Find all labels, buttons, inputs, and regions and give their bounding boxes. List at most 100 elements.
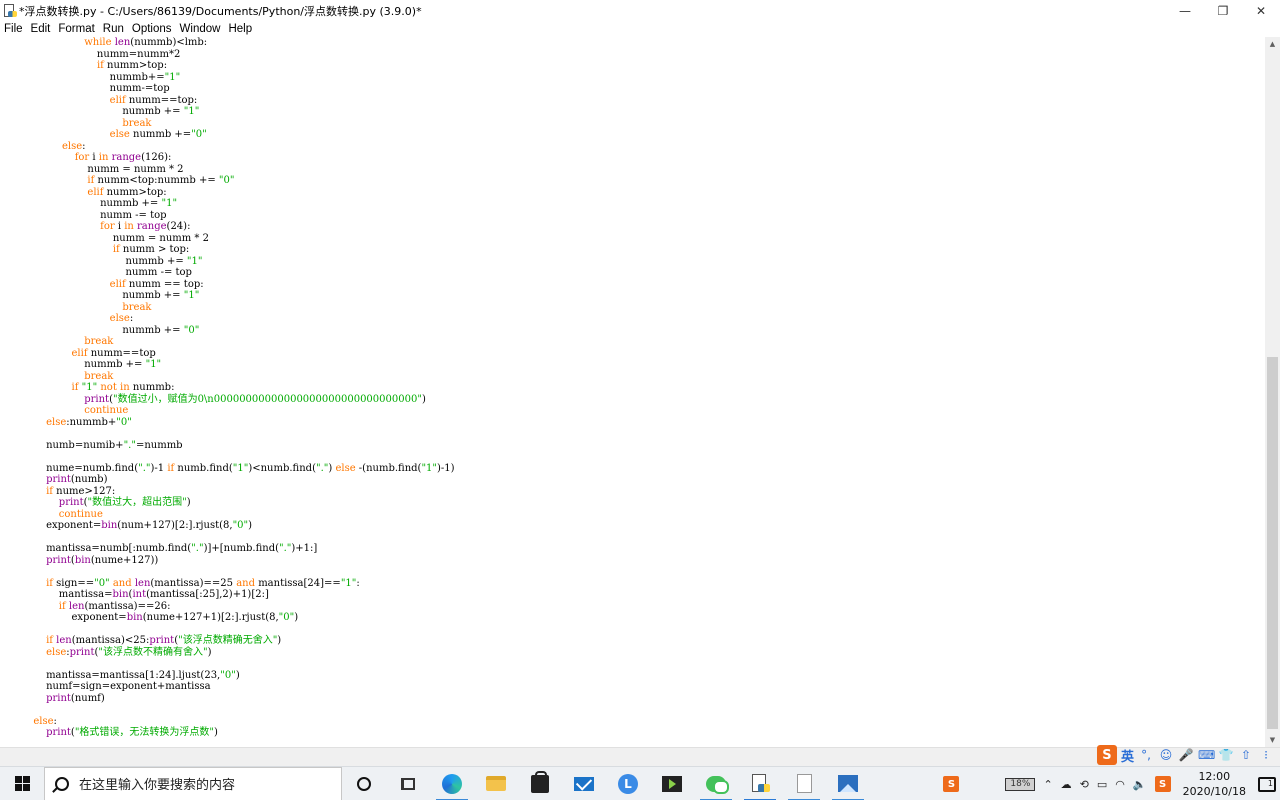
menu-help[interactable]: Help xyxy=(224,21,256,37)
ime-punctuation-toggle[interactable]: °, xyxy=(1138,748,1154,762)
code-line[interactable]: nummb += "0" xyxy=(27,325,455,337)
code-line[interactable]: while len(nummb)<lmb: xyxy=(27,37,455,49)
taskbar-store[interactable] xyxy=(518,767,562,800)
tray-app-1[interactable]: ☁ xyxy=(1057,767,1076,800)
shirt-icon[interactable]: ⇧ xyxy=(1238,748,1254,762)
code-line[interactable]: else: xyxy=(27,716,455,728)
code-line[interactable]: print(numb) xyxy=(27,474,455,486)
code-line[interactable] xyxy=(27,658,455,670)
keyboard-icon[interactable]: ⌨ xyxy=(1198,748,1215,762)
code-text[interactable]: while len(nummb)<lmb: numm=numm*2 if num… xyxy=(27,37,455,739)
sogou-logo-icon[interactable]: S xyxy=(1096,745,1117,765)
title-bar[interactable]: *浮点数转换.py - C:/Users/86139/Documents/Pyt… xyxy=(0,0,1280,21)
code-line[interactable]: exponent=bin(nume+127+1)[2:].rjust(8,"0"… xyxy=(27,612,455,624)
code-line[interactable]: if nume>127: xyxy=(27,486,455,498)
code-line[interactable]: exponent=bin(num+127)[2:].rjust(8,"0") xyxy=(27,520,455,532)
code-line[interactable]: elif numm==top: xyxy=(27,95,455,107)
taskbar-l-app[interactable]: L xyxy=(606,767,650,800)
scrollbar-thumb[interactable] xyxy=(1267,357,1278,729)
code-line[interactable]: nummb+="1" xyxy=(27,72,455,84)
minimize-button[interactable]: — xyxy=(1166,0,1204,21)
restore-button[interactable]: ❐ xyxy=(1204,0,1242,21)
code-line[interactable] xyxy=(27,624,455,636)
code-line[interactable]: if sign=="0" and len(mantissa)==25 and m… xyxy=(27,578,455,590)
code-line[interactable]: elif numm>top: xyxy=(27,187,455,199)
code-line[interactable]: if len(mantissa)==26: xyxy=(27,601,455,613)
tray-app-2[interactable]: ⟲ xyxy=(1076,767,1093,800)
code-line[interactable]: mantissa=bin(int(mantissa[:25],2)+1)[2:] xyxy=(27,589,455,601)
code-line[interactable]: nume=numb.find(".")-1 if numb.find("1")<… xyxy=(27,463,455,475)
code-line[interactable]: else: xyxy=(27,313,455,325)
code-line[interactable]: numm = numm * 2 xyxy=(27,164,455,176)
code-line[interactable]: print("数值过小，赋值为0\n0000000000000000000000… xyxy=(27,394,455,406)
code-line[interactable]: mantissa=numb[:numb.find(".")]+[numb.fin… xyxy=(27,543,455,555)
code-line[interactable]: if len(mantissa)<25:print("该浮点数精确无舍入") xyxy=(27,635,455,647)
code-line[interactable]: numm -= top xyxy=(27,210,455,222)
code-line[interactable]: numb=numib+"."=nummb xyxy=(27,440,455,452)
code-line[interactable]: numm -= top xyxy=(27,267,455,279)
taskbar-wechat[interactable] xyxy=(694,767,738,800)
start-button[interactable] xyxy=(0,767,44,800)
code-line[interactable]: if numm > top: xyxy=(27,244,455,256)
taskbar-document[interactable] xyxy=(782,767,826,800)
code-line[interactable]: print("数值过大，超出范围") xyxy=(27,497,455,509)
taskbar-idle[interactable] xyxy=(738,767,782,800)
code-line[interactable] xyxy=(27,566,455,578)
code-line[interactable] xyxy=(27,532,455,544)
taskbar-photos[interactable] xyxy=(826,767,870,800)
code-line[interactable]: break xyxy=(27,371,455,383)
code-line[interactable]: break xyxy=(27,118,455,130)
show-hidden-icons-button[interactable]: ⌃ xyxy=(1039,767,1056,800)
taskbar-search[interactable]: 在这里输入你要搜索的内容 xyxy=(44,766,342,800)
code-line[interactable]: if numm>top: xyxy=(27,60,455,72)
code-line[interactable] xyxy=(27,704,455,716)
task-view-button[interactable] xyxy=(386,767,430,800)
code-editor[interactable]: while len(nummb)<lmb: numm=numm*2 if num… xyxy=(0,37,1265,747)
menu-options[interactable]: Options xyxy=(128,21,176,37)
ime-language-toggle[interactable]: 英 xyxy=(1121,746,1134,765)
code-line[interactable]: nummb += "1" xyxy=(27,256,455,268)
code-line[interactable]: else: xyxy=(27,141,455,153)
code-line[interactable]: continue xyxy=(27,405,455,417)
menu-window[interactable]: Window xyxy=(176,21,225,37)
taskbar-edge[interactable] xyxy=(430,767,474,800)
code-line[interactable]: mantissa=mantissa[1:24].ljust(23,"0") xyxy=(27,670,455,682)
taskbar-file-explorer[interactable] xyxy=(474,767,518,800)
code-line[interactable]: break xyxy=(27,302,455,314)
code-line[interactable]: continue xyxy=(27,509,455,521)
code-line[interactable]: else nummb +="0" xyxy=(27,129,455,141)
code-line[interactable]: break xyxy=(27,336,455,348)
menu-run[interactable]: Run xyxy=(99,21,128,37)
code-line[interactable]: nummb += "1" xyxy=(27,359,455,371)
vertical-scrollbar[interactable]: ▲ ▼ xyxy=(1265,37,1280,747)
menu-format[interactable]: Format xyxy=(54,21,98,37)
code-line[interactable]: nummb += "1" xyxy=(27,106,455,118)
microphone-icon[interactable]: 🎤 xyxy=(1178,748,1194,762)
taskbar-media-player[interactable] xyxy=(650,767,694,800)
code-line[interactable]: for i in range(24): xyxy=(27,221,455,233)
code-line[interactable]: numm = numm * 2 xyxy=(27,233,455,245)
menu-edit[interactable]: Edit xyxy=(27,21,55,37)
code-line[interactable]: numm=numm*2 xyxy=(27,49,455,61)
menu-file[interactable]: File xyxy=(0,21,27,37)
scroll-up-icon[interactable]: ▲ xyxy=(1265,37,1280,51)
ime-menu-icon[interactable]: ⁝ xyxy=(1258,748,1274,762)
code-line[interactable]: elif numm==top xyxy=(27,348,455,360)
tray-sogou[interactable]: S xyxy=(939,767,963,800)
tray-ime[interactable]: S xyxy=(1151,767,1175,800)
code-line[interactable] xyxy=(27,451,455,463)
code-line[interactable]: if numm<top:nummb += "0" xyxy=(27,175,455,187)
tray-wifi[interactable]: ◠ xyxy=(1111,767,1129,800)
code-line[interactable]: elif numm == top: xyxy=(27,279,455,291)
code-line[interactable]: nummb += "1" xyxy=(27,290,455,302)
code-line[interactable]: print("格式错误，无法转换为浮点数") xyxy=(27,727,455,739)
cortana-button[interactable] xyxy=(342,767,386,800)
clock[interactable]: 12:00 2020/10/18 xyxy=(1175,769,1254,799)
taskbar-mail[interactable] xyxy=(562,767,606,800)
tray-app-3[interactable]: ▭ xyxy=(1093,767,1111,800)
skin-icon[interactable]: 👕 xyxy=(1218,748,1234,762)
emoji-icon[interactable]: ☺ xyxy=(1158,748,1174,762)
code-line[interactable]: else:nummb+"0" xyxy=(27,417,455,429)
tray-battery[interactable]: 18% xyxy=(1001,767,1039,800)
code-line[interactable]: if "1" not in nummb: xyxy=(27,382,455,394)
